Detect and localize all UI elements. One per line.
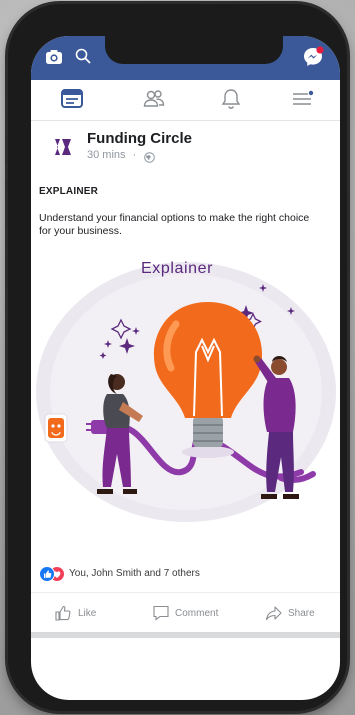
post-actions: Like Comment Share (31, 592, 340, 633)
reaction-summary-text[interactable]: You, John Smith and 7 others (69, 568, 200, 579)
post-time: 30 mins (87, 149, 126, 161)
side-button (5, 179, 8, 229)
comment-button[interactable]: Comment (151, 603, 231, 623)
friends-icon[interactable] (141, 86, 167, 112)
messenger-icon[interactable] (302, 46, 324, 68)
comment-label: Comment (175, 608, 219, 619)
camera-icon[interactable] (45, 48, 63, 66)
nav-bar (31, 80, 340, 121)
post-timestamp: 30 mins · (87, 149, 136, 161)
funding-circle-logo[interactable] (52, 136, 74, 158)
like-button[interactable]: Like (53, 603, 113, 623)
share-label: Share (288, 608, 315, 619)
phone-notch (105, 36, 283, 64)
app-header (31, 36, 340, 80)
like-label: Like (78, 608, 97, 619)
like-icon (55, 605, 71, 621)
comment-icon (153, 605, 169, 621)
post-label: EXPLAINER (39, 186, 99, 197)
menu-icon[interactable] (289, 86, 315, 112)
share-icon (265, 606, 282, 621)
post-image[interactable]: Explainer (31, 242, 340, 542)
share-button[interactable]: Share (264, 603, 324, 623)
post-text: Understand your financial options to mak… (39, 212, 310, 237)
page-name[interactable]: Funding Circle (87, 130, 192, 147)
search-icon[interactable] (75, 48, 91, 64)
image-title: Explainer (141, 260, 214, 277)
meta-separator: · (132, 149, 137, 161)
phone-screen: Funding Circle 30 mins · EXPLAINER Under… (31, 36, 340, 700)
notifications-icon[interactable] (218, 86, 244, 112)
phone-frame: Funding Circle 30 mins · EXPLAINER Under… (5, 4, 350, 711)
power-button (347, 194, 350, 274)
feed-icon[interactable] (59, 86, 85, 112)
like-reaction-icon (39, 566, 55, 582)
reactions-summary[interactable]: You, John Smith and 7 others (39, 566, 329, 582)
feed-separator (31, 632, 340, 638)
globe-icon (144, 150, 155, 163)
side-button (5, 134, 8, 164)
post-header: Funding Circle 30 mins · (31, 124, 340, 174)
side-button (5, 239, 8, 289)
